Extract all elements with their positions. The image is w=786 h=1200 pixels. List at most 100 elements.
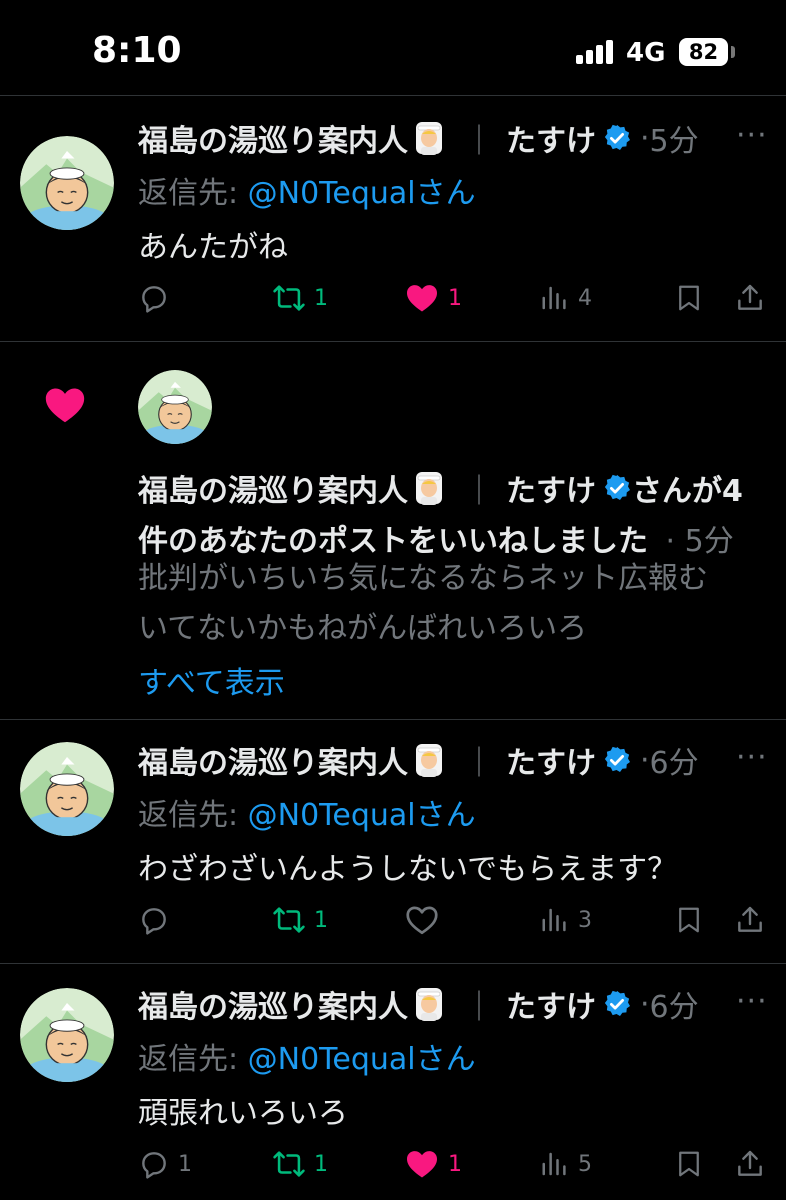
preview-line-1: 批判がいちいち気になるならネット広報む (138, 561, 708, 596)
views-button[interactable]: 5 (540, 1144, 592, 1184)
sub-name[interactable]: たすけ (506, 738, 596, 782)
avatar[interactable] (20, 988, 114, 1082)
preview-line-2: いてないかもねがんばれいろいろ (138, 611, 588, 646)
heart-filled-icon (404, 1146, 440, 1182)
post-item[interactable]: 福島の湯巡り案内人 ｜ たすけ · 6分 ··· 返信先: @N0Tequalさ… (0, 720, 786, 964)
repost-count: 1 (314, 285, 328, 311)
heart-outline-icon (404, 902, 440, 938)
reply-prefix: 返信先: (138, 1042, 248, 1077)
reply-button[interactable] (138, 900, 178, 940)
battery-tip (731, 46, 735, 58)
share-icon (734, 282, 766, 314)
verified-badge-icon (602, 745, 632, 775)
dot-separator: · (640, 742, 650, 778)
views-button[interactable]: 4 (540, 278, 592, 318)
post-age[interactable]: 5分 (650, 116, 699, 160)
bookmark-icon (674, 283, 704, 313)
display-name[interactable]: 福島の湯巡り案内人 (138, 738, 408, 782)
avatar[interactable] (20, 136, 114, 230)
display-name[interactable]: 福島の湯巡り案内人 (138, 116, 408, 160)
repost-button[interactable]: 1 (272, 900, 328, 940)
show-all-link[interactable]: すべて表示 (138, 658, 285, 702)
sub-name[interactable]: たすけ (506, 982, 596, 1026)
reply-suffix: さん (415, 798, 476, 833)
action-bar: 1 3 (0, 900, 786, 940)
post-text: 頑張れいろいろ (138, 1096, 348, 1131)
reply-count: 1 (178, 1151, 192, 1177)
post-item[interactable]: 福島の湯巡り案内人 ｜ たすけ · 5分 ··· 返信先: @N0Tequalさ… (0, 96, 786, 342)
notification-line-1: 福島の湯巡り案内人 ｜ たすけ さんが4 (138, 466, 743, 510)
reply-suffix: さん (415, 1042, 476, 1077)
like-button[interactable] (404, 900, 448, 940)
reply-handle[interactable]: @N0Tequal (248, 1042, 416, 1077)
reply-handle[interactable]: @N0Tequal (248, 176, 416, 211)
avatar[interactable] (138, 370, 212, 444)
sub-name[interactable]: たすけ (506, 466, 596, 510)
post-header: 福島の湯巡り案内人 ｜ たすけ · 6分 (138, 982, 699, 1026)
name-separator: ｜ (464, 474, 494, 509)
status-bar: 8:10 4G 82 (0, 0, 786, 96)
like-button[interactable]: 1 (404, 1144, 462, 1184)
repost-count: 1 (314, 907, 328, 933)
bookmark-button[interactable] (674, 900, 704, 940)
views-count: 3 (578, 907, 592, 933)
like-notification[interactable]: 福島の湯巡り案内人 ｜ たすけ さんが4 件のあなたのポストをいいねしました ·… (0, 342, 786, 720)
post-age[interactable]: 6分 (650, 738, 699, 782)
action-bar: 1 1 1 5 (0, 1144, 786, 1184)
avatar[interactable] (20, 742, 114, 836)
more-options-icon[interactable]: ··· (736, 740, 768, 775)
reply-to: 返信先: @N0Tequalさん (138, 168, 476, 212)
views-icon (540, 283, 570, 313)
post-item[interactable]: 福島の湯巡り案内人 ｜ たすけ · 6分 ··· 返信先: @N0Tequalさ… (0, 964, 786, 1200)
reply-icon (138, 1148, 170, 1180)
action-bar: 1 1 4 (0, 278, 786, 318)
more-options-icon[interactable]: ··· (736, 118, 768, 153)
post-header: 福島の湯巡り案内人 ｜ たすけ · 5分 (138, 116, 699, 160)
share-button[interactable] (734, 900, 766, 940)
network-type: 4G (626, 38, 666, 68)
post-text: わざわざいんようしないでもらえます？ (138, 852, 678, 887)
reply-icon (138, 282, 170, 314)
reply-prefix: 返信先: (138, 176, 248, 211)
repost-button[interactable]: 1 (272, 278, 328, 318)
display-name[interactable]: 福島の湯巡り案内人 (138, 982, 408, 1026)
bookmark-button[interactable] (674, 278, 704, 318)
post-header: 福島の湯巡り案内人 ｜ たすけ · 6分 (138, 738, 699, 782)
name-separator: ｜ (464, 990, 494, 1025)
display-name[interactable]: 福島の湯巡り案内人 (138, 466, 408, 510)
repost-icon (272, 1147, 306, 1181)
post-age[interactable]: 6分 (650, 982, 699, 1026)
person-emoji-icon (412, 120, 446, 156)
views-count: 4 (578, 285, 592, 311)
bookmark-icon (674, 1149, 704, 1179)
repost-icon (272, 281, 306, 315)
name-separator: ｜ (464, 124, 494, 159)
like-button[interactable]: 1 (404, 278, 462, 318)
verified-badge-icon (602, 473, 632, 503)
reply-to: 返信先: @N0Tequalさん (138, 790, 476, 834)
liked-post-preview[interactable]: 批判がいちいち気になるならネット広報む いてないかもねがんばれいろいろ (138, 554, 708, 654)
repost-button[interactable]: 1 (272, 1144, 328, 1184)
views-count: 5 (578, 1151, 592, 1177)
reply-to: 返信先: @N0Tequalさん (138, 1034, 476, 1078)
verified-badge-icon (602, 989, 632, 1019)
reply-handle[interactable]: @N0Tequal (248, 798, 416, 833)
bookmark-button[interactable] (674, 1144, 704, 1184)
dot-separator: · (640, 120, 650, 156)
views-button[interactable]: 3 (540, 900, 592, 940)
verified-badge-icon (602, 123, 632, 153)
person-emoji-icon (412, 742, 446, 778)
more-options-icon[interactable]: ··· (736, 984, 768, 1019)
reply-button[interactable] (138, 278, 178, 318)
post-text: あんたがね (138, 230, 288, 265)
signal-icon (576, 40, 616, 64)
reply-button[interactable]: 1 (138, 1144, 192, 1184)
person-emoji-icon (412, 470, 446, 506)
status-time: 8:10 (92, 30, 182, 71)
like-count: 1 (448, 1151, 462, 1177)
notification-suffix: さんが4 (632, 474, 743, 509)
sub-name[interactable]: たすけ (506, 116, 596, 160)
share-button[interactable] (734, 278, 766, 318)
bookmark-icon (674, 905, 704, 935)
share-button[interactable] (734, 1144, 766, 1184)
